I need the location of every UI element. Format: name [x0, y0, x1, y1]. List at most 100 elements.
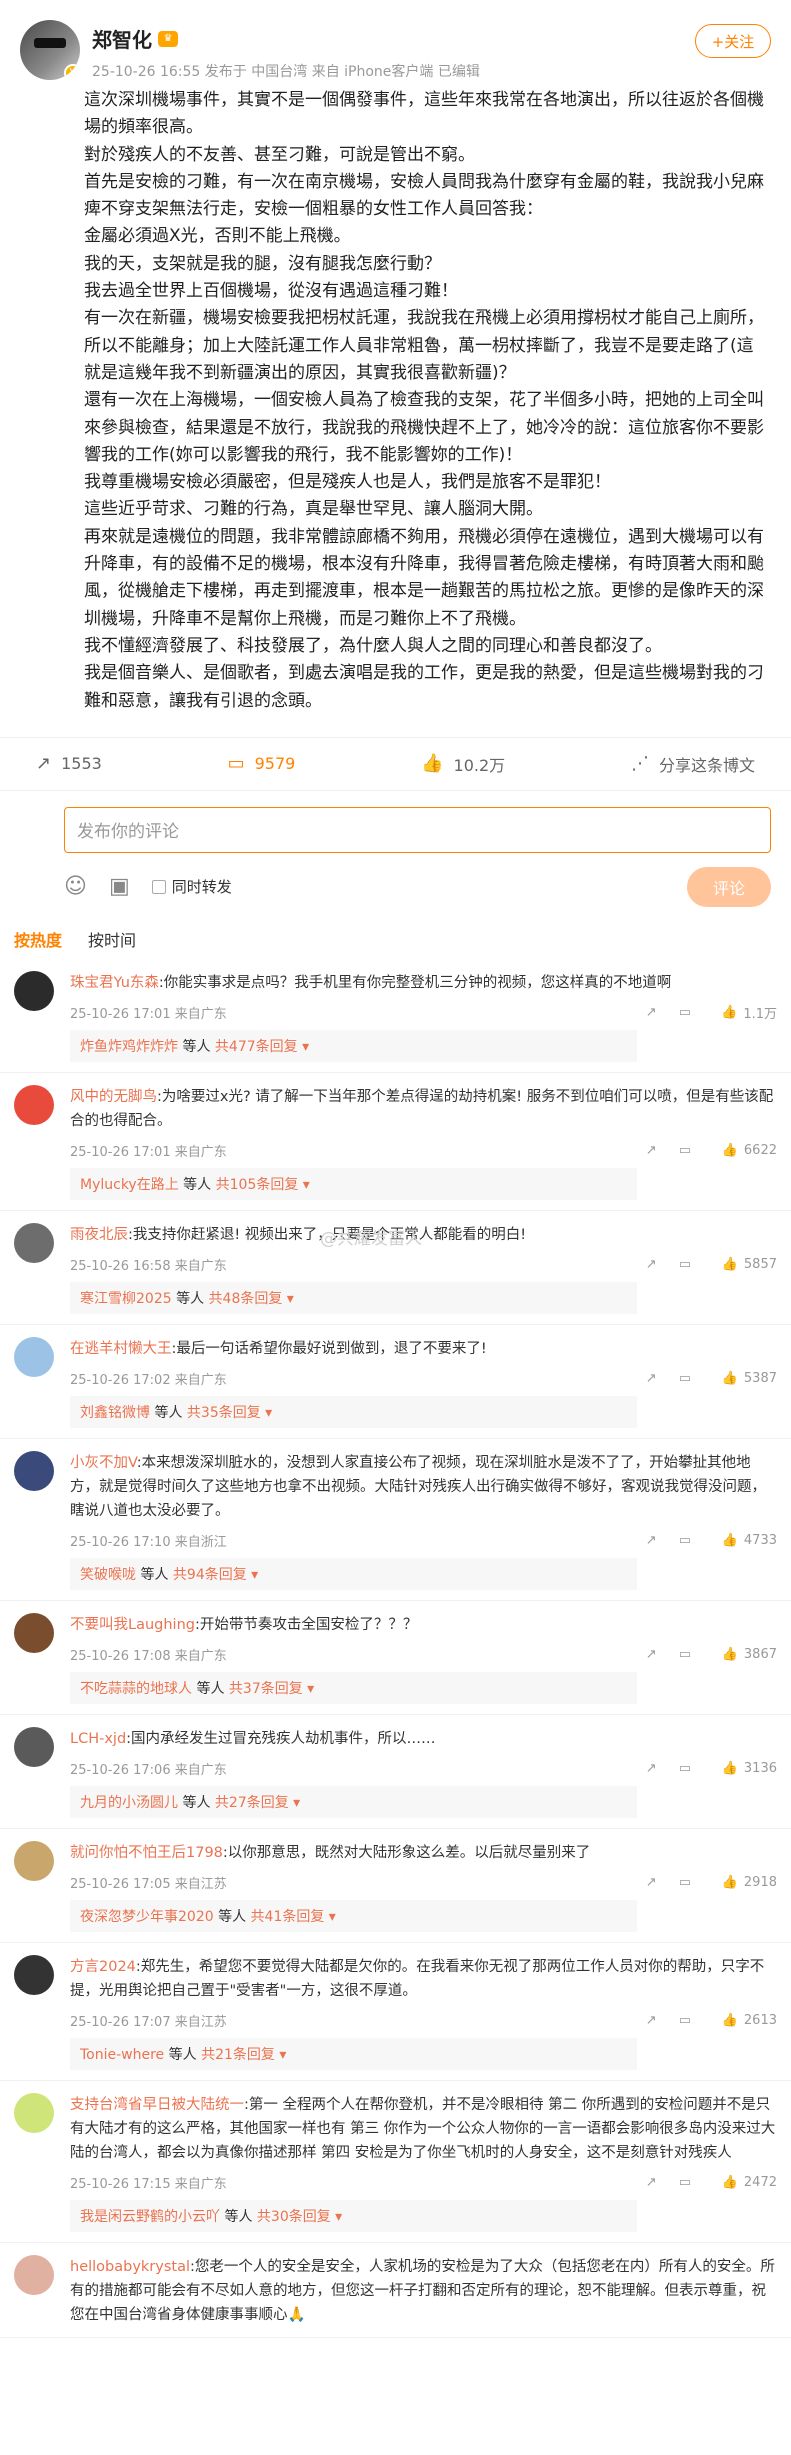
emoji-icon[interactable]: ☺ — [64, 874, 87, 899]
reply-count[interactable]: 共27条回复 ▾ — [215, 1795, 300, 1811]
commenter-name[interactable]: 支持台湾省早日被大陆统一 — [70, 2097, 244, 2113]
comment-like-button[interactable]: 👍 4733 — [713, 1533, 777, 1548]
comment-reply-icon[interactable]: ▭ — [679, 1761, 691, 1776]
comment-button[interactable]: ▭ 9579 — [228, 753, 296, 774]
comment-like-button[interactable]: 👍 1.1万 — [713, 1003, 777, 1022]
author-avatar[interactable]: V — [20, 20, 80, 80]
reply-summary[interactable]: 寒江雪柳2025 等人 共48条回复 ▾ — [70, 1281, 637, 1314]
share-button[interactable]: ⋰ 分享这条博文 — [631, 752, 755, 776]
commenter-avatar[interactable] — [14, 1084, 54, 1125]
reply-summary[interactable]: 不吃蒜蒜的地球人 等人 共37条回复 ▾ — [70, 1671, 637, 1704]
comment-repost-icon[interactable]: ↗ — [646, 1533, 657, 1548]
comment-reply-icon[interactable]: ▭ — [679, 2175, 691, 2190]
comment-reply-icon[interactable]: ▭ — [679, 1005, 691, 1020]
commenter-avatar[interactable] — [14, 1840, 54, 1881]
reply-user[interactable]: 刘鑫铭微博 — [80, 1405, 150, 1421]
reply-count[interactable]: 共35条回复 ▾ — [187, 1405, 272, 1421]
comment-like-button[interactable]: 👍 5387 — [713, 1371, 777, 1386]
repost-button[interactable]: ↗ 1553 — [36, 753, 102, 774]
comment-repost-icon[interactable]: ↗ — [646, 2013, 657, 2028]
reply-user[interactable]: 九月的小汤圆儿 — [80, 1795, 178, 1811]
reply-user[interactable]: 炸鱼炸鸡炸炸炸 — [80, 1039, 178, 1055]
commenter-name[interactable]: 不要叫我Laughing — [70, 1617, 195, 1633]
comment-reply-icon[interactable]: ▭ — [679, 1647, 691, 1662]
repost-checkbox-label[interactable]: 同时转发 — [172, 876, 232, 897]
commenter-name[interactable]: 风中的无脚鸟 — [70, 1089, 157, 1105]
commenter-avatar[interactable] — [14, 970, 54, 1011]
reply-summary[interactable]: Tonie-where 等人 共21条回复 ▾ — [70, 2037, 637, 2070]
reply-user[interactable]: 我是闲云野鹤的小云吖 — [80, 2209, 220, 2225]
commenter-name[interactable]: 就问你怕不怕王后1798 — [70, 1845, 223, 1861]
commenter-avatar[interactable] — [14, 2254, 54, 2295]
reply-summary[interactable]: 炸鱼炸鸡炸炸炸 等人 共477条回复 ▾ — [70, 1029, 637, 1062]
comment-reply-icon[interactable]: ▭ — [679, 1371, 691, 1386]
reply-user[interactable]: 寒江雪柳2025 — [80, 1291, 172, 1307]
reply-summary[interactable]: 九月的小汤圆儿 等人 共27条回复 ▾ — [70, 1785, 637, 1818]
reply-summary[interactable]: 夜深忽梦少年事2020 等人 共41条回复 ▾ — [70, 1899, 637, 1932]
commenter-avatar[interactable] — [14, 1954, 54, 1995]
comment-like-button[interactable]: 👍 3136 — [713, 1761, 777, 1776]
comment-input[interactable]: 发布你的评论 — [64, 806, 771, 853]
reply-count[interactable]: 共30条回复 ▾ — [257, 2209, 342, 2225]
comment-like-button[interactable]: 👍 3867 — [713, 1647, 777, 1662]
tab-sort-time[interactable]: 按时间 — [88, 927, 136, 951]
reply-count[interactable]: 共21条回复 ▾ — [201, 2047, 286, 2063]
comment-repost-icon[interactable]: ↗ — [646, 1647, 657, 1662]
reply-count[interactable]: 共37条回复 ▾ — [229, 1681, 314, 1697]
reply-summary[interactable]: Mylucky在路上 等人 共105条回复 ▾ — [70, 1167, 637, 1200]
reply-count[interactable]: 共48条回复 ▾ — [209, 1291, 294, 1307]
comment-reply-icon[interactable]: ▭ — [679, 1875, 691, 1890]
comment-like-button[interactable]: 👍 2918 — [713, 1875, 777, 1890]
comment-body: 珠宝君Yu东森:你能实事求是点吗？我手机里有你完整登机三分钟的视频，您这样真的不… — [70, 971, 777, 1062]
reply-summary[interactable]: 刘鑫铭微博 等人 共35条回复 ▾ — [70, 1395, 637, 1428]
comment-repost-icon[interactable]: ↗ — [646, 1143, 657, 1158]
tab-sort-hot[interactable]: 按热度 — [14, 927, 62, 951]
reply-user[interactable]: 夜深忽梦少年事2020 — [80, 1909, 214, 1925]
comment-reply-icon[interactable]: ▭ — [679, 1143, 691, 1158]
commenter-name[interactable]: 在逃羊村懒大王 — [70, 1341, 172, 1357]
comment-repost-icon[interactable]: ↗ — [646, 1761, 657, 1776]
reply-user[interactable]: Tonie-where — [80, 2047, 164, 2063]
reply-user[interactable]: 不吃蒜蒜的地球人 — [80, 1681, 192, 1697]
like-button[interactable]: 👍 10.2万 — [421, 752, 505, 776]
post-paragraph: 對於殘疾人的不友善、甚至刁難，可說是管出不窮。 — [84, 144, 475, 165]
follow-button[interactable]: +关注 — [695, 24, 771, 58]
comment-reply-icon[interactable]: ▭ — [679, 1257, 691, 1272]
image-icon[interactable]: ▣ — [109, 874, 130, 899]
comment-like-button[interactable]: 👍 5857 — [713, 1257, 777, 1272]
commenter-avatar[interactable] — [14, 2092, 54, 2133]
comment-reply-icon[interactable]: ▭ — [679, 2013, 691, 2028]
commenter-name[interactable]: hellobabykrystal — [70, 2259, 190, 2275]
reply-count[interactable]: 共477条回复 ▾ — [215, 1039, 309, 1055]
commenter-avatar[interactable] — [14, 1336, 54, 1377]
comment-repost-icon[interactable]: ↗ — [646, 2175, 657, 2190]
thumbs-up-icon: 👍 — [721, 1532, 738, 1548]
reply-count[interactable]: 共94条回复 ▾ — [173, 1567, 258, 1583]
commenter-avatar[interactable] — [14, 1612, 54, 1653]
comment-repost-icon[interactable]: ↗ — [646, 1005, 657, 1020]
comment-like-button[interactable]: 👍 2472 — [713, 2175, 777, 2190]
commenter-avatar[interactable] — [14, 1222, 54, 1263]
comment-repost-icon[interactable]: ↗ — [646, 1875, 657, 1890]
commenter-avatar[interactable] — [14, 1726, 54, 1767]
commenter-name[interactable]: 雨夜北辰 — [70, 1227, 128, 1243]
reply-count[interactable]: 共105条回复 ▾ — [216, 1177, 310, 1193]
reply-summary[interactable]: 我是闲云野鹤的小云吖 等人 共30条回复 ▾ — [70, 2199, 637, 2232]
comment-repost-icon[interactable]: ↗ — [646, 1257, 657, 1272]
submit-comment-button[interactable]: 评论 — [687, 866, 771, 907]
commenter-name[interactable]: 方言2024 — [70, 1959, 136, 1975]
reply-user[interactable]: 笑破喉咙 — [80, 1567, 136, 1583]
comment-like-button[interactable]: 👍 6622 — [713, 1143, 777, 1158]
commenter-name[interactable]: LCH-xjd — [70, 1731, 126, 1747]
comment-repost-icon[interactable]: ↗ — [646, 1371, 657, 1386]
repost-checkbox[interactable] — [151, 879, 166, 894]
reply-summary[interactable]: 笑破喉咙 等人 共94条回复 ▾ — [70, 1557, 637, 1590]
commenter-avatar[interactable] — [14, 1450, 54, 1491]
author-name[interactable]: 郑智化 — [92, 24, 152, 53]
reply-count[interactable]: 共41条回复 ▾ — [251, 1909, 336, 1925]
reply-user[interactable]: Mylucky在路上 — [80, 1177, 179, 1193]
comment-reply-icon[interactable]: ▭ — [679, 1533, 691, 1548]
commenter-name[interactable]: 小灰不加V — [70, 1455, 137, 1471]
commenter-name[interactable]: 珠宝君Yu东森 — [70, 975, 159, 991]
comment-like-button[interactable]: 👍 2613 — [713, 2013, 777, 2028]
